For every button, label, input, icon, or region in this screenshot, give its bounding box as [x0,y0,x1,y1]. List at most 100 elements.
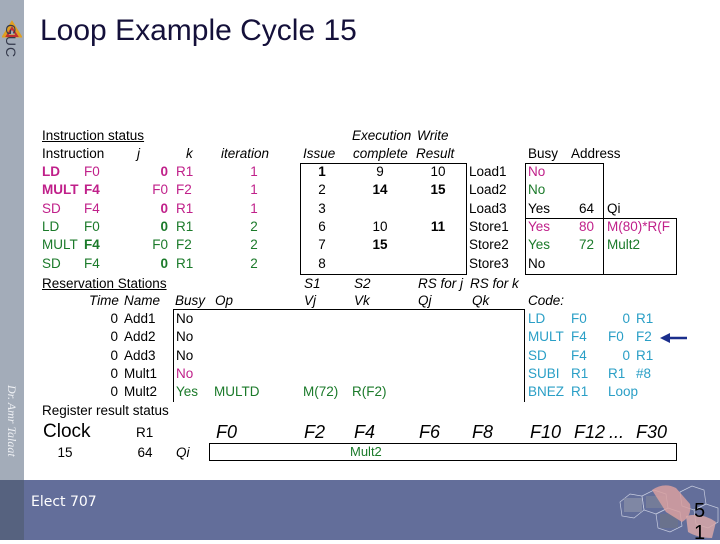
instr-exec-complete: 10 [372,218,388,234]
left-arrow-icon [660,333,687,343]
header-j: j [137,146,140,161]
code-arg-b: 0 [622,347,630,363]
header-rs-for-j: RS for j [418,276,464,291]
code-arg-c: F2 [636,329,652,345]
instr-issue: 7 [318,237,326,253]
instr-exec-complete: 15 [372,237,388,253]
header-qk: Qk [472,293,490,308]
instr-j: 0 [160,255,168,271]
header-qj: Qj [418,293,432,308]
logo-text: GUC [3,24,19,59]
rs-busy: No [176,311,194,326]
instr-op: LD [42,164,60,179]
header-address: Address [571,146,621,161]
code-arg-a: F4 [571,347,587,363]
instr-j: F0 [152,182,168,198]
register-header: F2 [304,422,326,442]
buffer-extra: M(80)*R(F [607,218,670,234]
rs-busy: No [176,329,194,345]
rs-time: 0 [110,329,118,345]
code-arg-a: F0 [571,311,587,326]
buffers-bottom-border [525,274,677,275]
header-name: Name [124,293,161,308]
clock-label: Clock [43,421,91,442]
buffer-extra: Qi [607,200,621,216]
code-arg-a: R1 [571,384,589,400]
rs-name: Add1 [124,311,156,326]
register-qi-box [209,443,677,461]
instr-op: MULT [42,182,79,198]
register-header: F30 [636,422,668,442]
rs-busy: No [176,365,194,381]
qi-label: Qi [176,445,190,460]
rs-name: Add3 [124,347,156,363]
buffer-address: 80 [578,218,594,234]
header-complete: complete [353,146,408,161]
rs-op: MULTD [214,384,260,400]
header-op: Op [215,293,234,308]
footer-text: Elect 707 [31,494,97,510]
code-arg-b: Loop [608,384,639,400]
page-number: 51 [689,500,709,544]
header-result: Result [416,146,455,161]
buffer-name: Load1 [469,164,507,179]
instr-dest: F4 [84,200,100,216]
instr-dest: F4 [84,182,100,198]
header-write: Write [417,128,449,143]
code-op: SD [528,347,547,363]
rs-busy: No [176,347,194,363]
code-arg-c: R1 [636,311,654,326]
buffer-address: 72 [578,237,594,253]
instr-issue: 1 [318,164,326,179]
rs-time: 0 [110,365,118,381]
instr-write-result: 10 [430,164,446,179]
code-arg-c: #8 [636,365,652,381]
instr-iteration: 1 [250,182,258,198]
instr-issue: 8 [318,255,326,271]
instr-k: R1 [176,164,194,179]
footer-left-strip [0,480,24,540]
header-s1: S1 [304,276,321,291]
register-header: F4 [354,422,376,442]
instr-j: 0 [160,200,168,216]
instr-op: SD [42,255,61,271]
rs-top-border [173,309,525,310]
header-time: Time [89,293,119,308]
instr-k: F2 [176,182,192,198]
code-op: LD [528,311,546,326]
register-status-heading: Register result status [42,403,169,418]
buffer-busy: No [528,182,546,198]
author-name: Dr. Amr Talaat [5,385,19,457]
register-header: F6 [419,422,441,442]
buffer-busy: No [528,164,546,179]
instruction-status-heading: Instruction status [42,128,145,143]
buffer-name: Load2 [469,182,507,198]
instr-issue: 3 [318,200,326,216]
header-issue: Issue [303,146,336,161]
buffer-name: Store2 [469,237,509,253]
instr-k: R1 [176,255,194,271]
clock-value: 15 [57,445,73,460]
code-arg-a: R1 [571,365,589,381]
buffers-left-border [525,163,526,275]
rs-time: 0 [110,347,118,363]
instr-iteration: 1 [250,164,258,179]
rs-name: Add2 [124,329,156,345]
buffers-right-border [676,218,677,275]
buffer-name: Store1 [469,218,509,234]
instr-op: MULT [42,237,78,253]
rs-time: 0 [110,311,118,326]
code-arg-c: R1 [636,347,654,363]
buffer-name: Store3 [469,255,509,271]
code-arg-b: 0 [622,311,630,326]
instr-k: R1 [176,218,194,234]
instr-k: F2 [176,237,192,253]
buffer-address: 64 [578,200,594,216]
code-arg-b: F0 [608,329,624,345]
instr-dest: F4 [84,237,100,253]
rs-vk: R(F2) [352,384,387,400]
instr-iteration: 2 [250,237,258,253]
instr-dest: F0 [84,218,100,234]
rs-vj: M(72) [303,384,339,400]
instr-exec-complete: 9 [376,164,384,179]
